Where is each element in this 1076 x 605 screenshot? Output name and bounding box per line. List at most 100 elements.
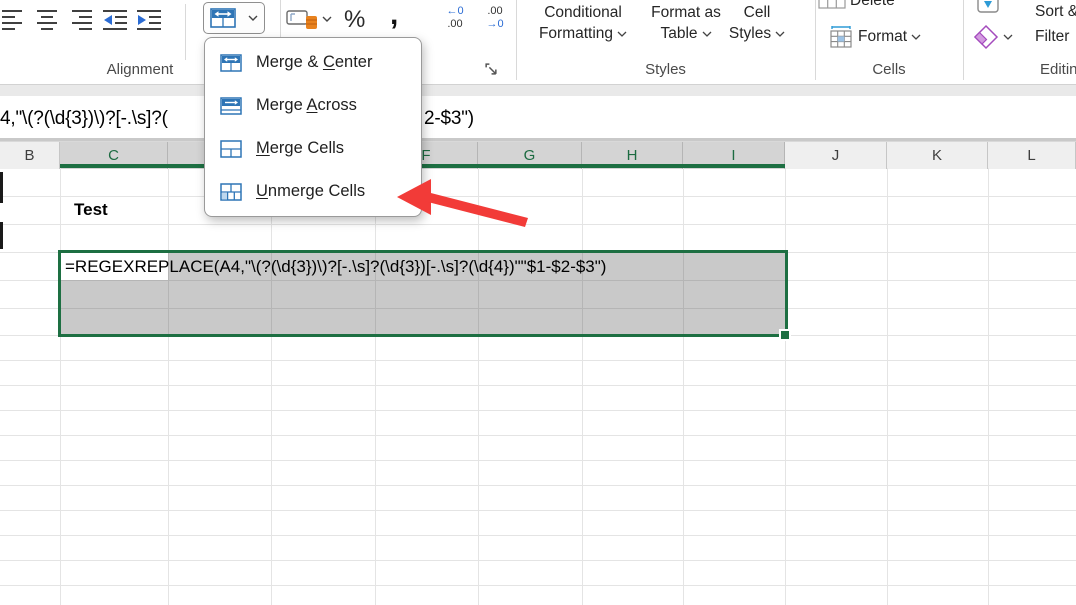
- delete-cells-button[interactable]: Delete: [818, 0, 895, 10]
- decrease-decimal-top: .00: [478, 5, 512, 18]
- format-as-table-line1: Format as: [651, 2, 721, 23]
- align-right-button[interactable]: [70, 8, 92, 32]
- decrease-indent-button[interactable]: [103, 8, 127, 32]
- column-header-j[interactable]: J: [785, 142, 887, 169]
- menu-item-merge-across[interactable]: Merge Across: [205, 84, 421, 127]
- chevron-down-icon: [1003, 34, 1013, 40]
- column-header-b[interactable]: B: [0, 142, 60, 169]
- blue-right-arrow: [138, 15, 146, 25]
- merge-cells-icon: [219, 140, 243, 158]
- increase-decimal-button[interactable]: ←0 .00: [438, 5, 472, 31]
- clear-button[interactable]: [973, 24, 1013, 50]
- gridline: [168, 168, 169, 605]
- cell-styles-line2: Styles: [729, 23, 771, 44]
- excel-window: % , ←0 .00 .00 →0 Conditional Formatting…: [0, 0, 1076, 605]
- chevron-down-icon: [322, 16, 332, 22]
- gridline: [0, 360, 1076, 361]
- blue-left-arrow: [104, 15, 112, 25]
- chevron-down-icon: [775, 31, 785, 37]
- gridline: [0, 224, 1076, 225]
- red-annotation-arrow: [392, 174, 537, 232]
- gridline: [0, 535, 1076, 536]
- accounting-number-format-icon: [286, 8, 318, 30]
- sort-filter-icon[interactable]: [976, 0, 1000, 14]
- format-as-table-button[interactable]: Format as Table: [640, 2, 732, 44]
- formula-bar-text-right: 2-$3"): [424, 104, 474, 134]
- gridline: [0, 460, 1076, 461]
- ribbon: % , ←0 .00 .00 →0 Conditional Formatting…: [0, 0, 1076, 84]
- gridline: [478, 168, 479, 605]
- fill-handle-square: [781, 331, 789, 339]
- unmerge-cells-icon: [219, 183, 243, 201]
- format-cells-icon: [828, 25, 854, 49]
- conditional-formatting-button[interactable]: Conditional Formatting: [520, 2, 646, 44]
- cell-formula-text: =REGEXREPLACE(A4,"\(?(\d{3})\)?[-.\s]?(\…: [65, 253, 606, 280]
- gridline: [785, 168, 786, 605]
- align-center-button[interactable]: [36, 8, 58, 32]
- accounting-number-format-button[interactable]: [286, 8, 332, 30]
- column-header-k[interactable]: K: [887, 142, 988, 169]
- editing-group-label: Editing: [1040, 61, 1076, 78]
- comma-style-button[interactable]: ,: [390, 0, 398, 32]
- chevron-down-icon: [702, 31, 712, 37]
- gridline: [0, 410, 1076, 411]
- chevron-down-icon: [248, 15, 258, 21]
- delete-label: Delete: [850, 0, 895, 10]
- menu-item-label: Merge Cells: [256, 139, 344, 158]
- column-header-l[interactable]: L: [988, 142, 1076, 169]
- filter-label[interactable]: Filter: [1035, 28, 1069, 46]
- cell-border-fragment: [0, 222, 3, 249]
- ribbon-bottom-strip: [0, 84, 1076, 96]
- decrease-decimal-bottom: →0: [478, 18, 512, 31]
- merge-center-button[interactable]: [203, 2, 265, 34]
- gridline: [0, 510, 1076, 511]
- separator: [963, 0, 964, 80]
- menu-item-label: Unmerge Cells: [256, 182, 365, 201]
- gridline: [0, 385, 1076, 386]
- cell-styles-button[interactable]: Cell Styles: [722, 2, 792, 44]
- sort-label[interactable]: Sort &: [1035, 3, 1076, 21]
- gridline: [0, 435, 1076, 436]
- gridline: [375, 168, 376, 605]
- gridline: [988, 168, 989, 605]
- cell-styles-line1: Cell: [744, 2, 771, 23]
- gridline: [0, 485, 1076, 486]
- cells-group-label: Cells: [815, 61, 963, 78]
- merge-center-icon: [219, 54, 243, 72]
- gridline: [683, 168, 684, 605]
- chevron-down-icon: [911, 34, 921, 40]
- merge-center-icon: [210, 8, 236, 28]
- menu-item-label: Merge Across: [256, 96, 357, 115]
- gridline: [887, 168, 888, 605]
- align-left-button[interactable]: [2, 8, 24, 32]
- menu-item-label: Merge & Center: [256, 53, 372, 72]
- conditional-formatting-line2: Formatting: [539, 23, 613, 44]
- gridline: [271, 168, 272, 605]
- increase-decimal-bottom: .00: [438, 18, 472, 31]
- merge-dropdown-menu: Merge & Center Merge Across Me: [204, 37, 422, 217]
- increase-decimal-top: ←0: [438, 5, 472, 18]
- conditional-formatting-line1: Conditional: [544, 2, 622, 23]
- chevron-down-icon: [617, 31, 627, 37]
- format-label: Format: [858, 28, 907, 46]
- menu-item-merge-and-center[interactable]: Merge & Center: [205, 41, 421, 84]
- format-as-table-line2: Table: [660, 23, 697, 44]
- increase-indent-button[interactable]: [137, 8, 161, 32]
- styles-group-label: Styles: [516, 61, 815, 78]
- gridline: [60, 168, 61, 605]
- decrease-decimal-button[interactable]: .00 →0: [478, 5, 512, 31]
- delete-cells-icon: [818, 0, 846, 9]
- dialog-launcher-icon[interactable]: [484, 62, 498, 76]
- cell-test[interactable]: Test: [74, 196, 108, 224]
- gridline: [0, 560, 1076, 561]
- menu-item-merge-cells[interactable]: Merge Cells: [205, 127, 421, 170]
- gridline: [582, 168, 583, 605]
- cell-border-fragment: [0, 172, 3, 203]
- merge-across-icon: [219, 97, 243, 115]
- percent-style-button[interactable]: %: [344, 6, 365, 34]
- menu-item-unmerge-cells[interactable]: Unmerge Cells: [205, 170, 421, 213]
- separator: [185, 4, 186, 60]
- gridline: [0, 196, 1076, 197]
- eraser-icon: [973, 24, 999, 50]
- format-button[interactable]: Format: [828, 25, 921, 49]
